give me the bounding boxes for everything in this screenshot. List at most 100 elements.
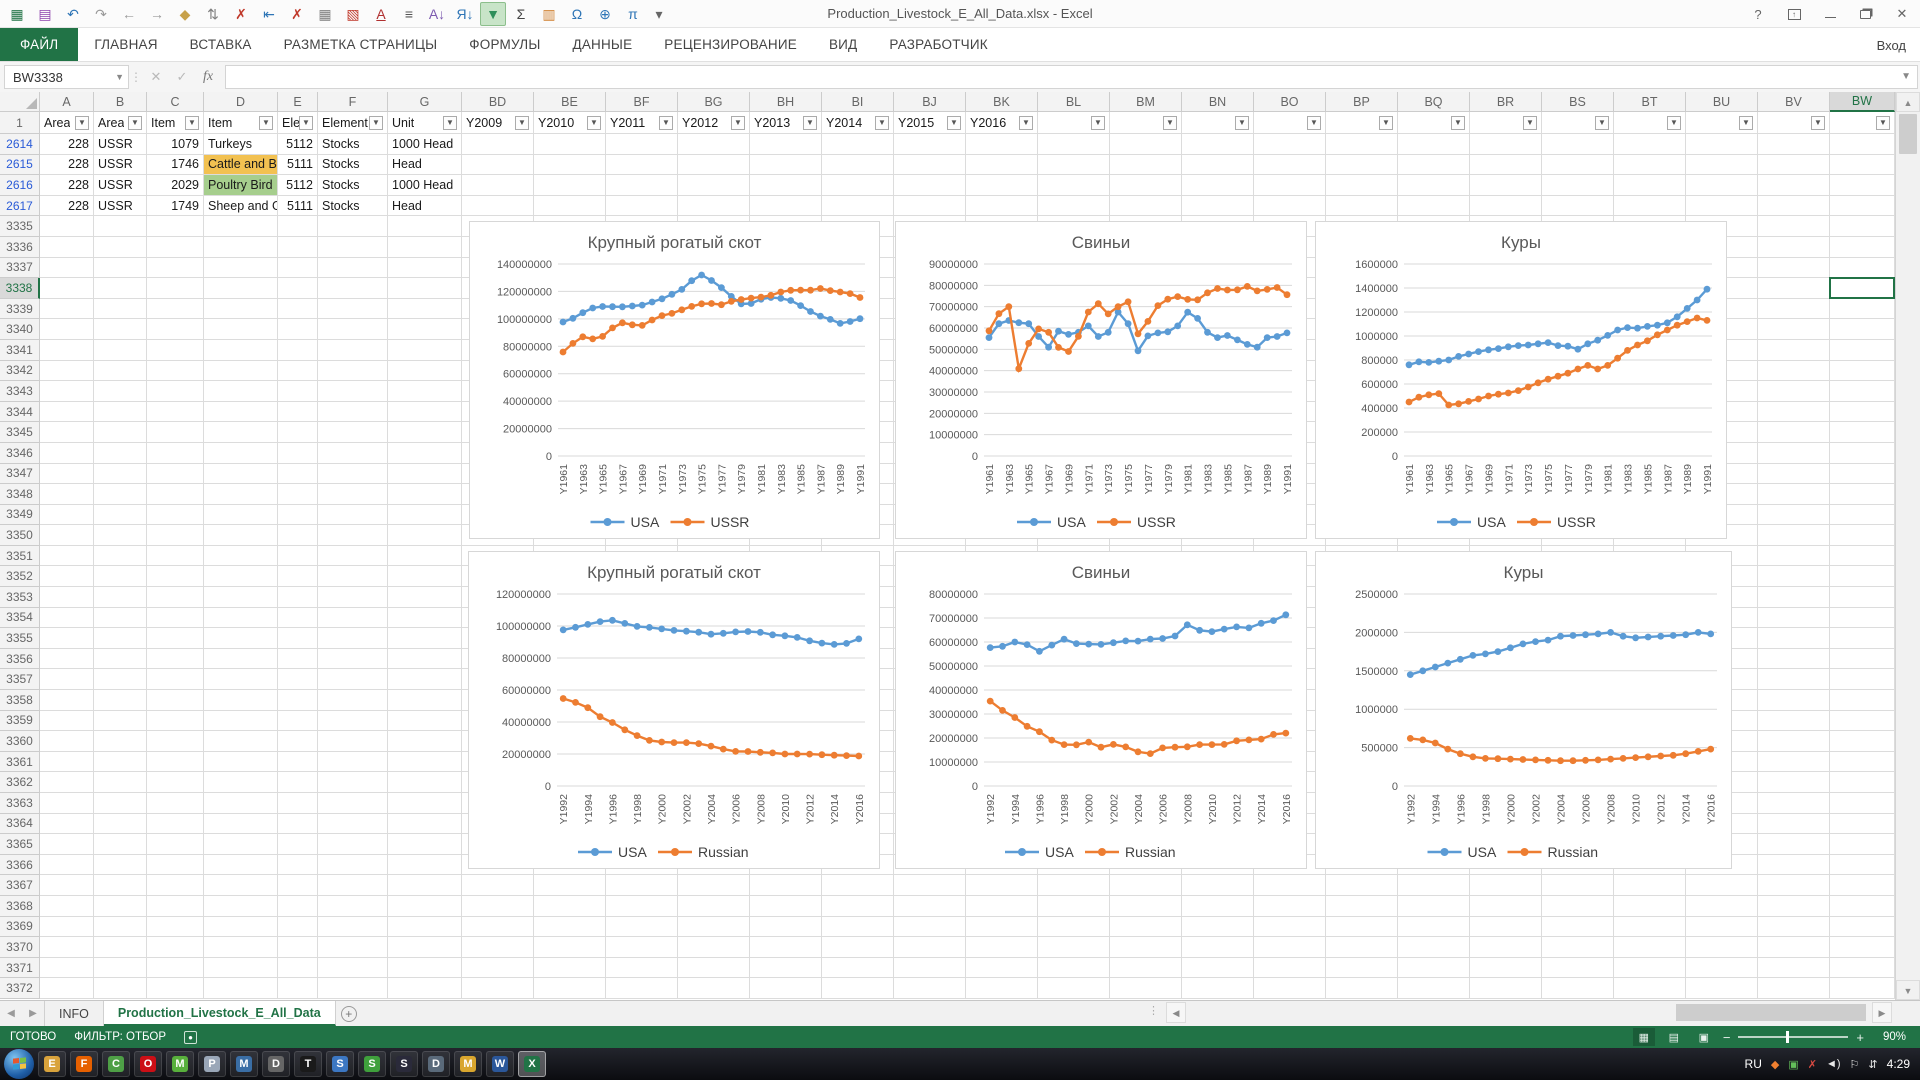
column-header-C[interactable]: C bbox=[147, 92, 204, 112]
cell-BJ2617[interactable] bbox=[894, 196, 966, 217]
cell-BL2615[interactable] bbox=[1038, 155, 1110, 176]
name-box-dropdown-icon[interactable]: ▼ bbox=[115, 72, 124, 82]
cell-BR3371[interactable] bbox=[1470, 958, 1542, 979]
filter-dropdown-icon[interactable]: ▼ bbox=[1876, 116, 1890, 130]
filter-dropdown-icon[interactable]: ▼ bbox=[1235, 116, 1249, 130]
cell-C2616[interactable]: 2029 bbox=[147, 175, 204, 196]
cell-BV3336[interactable] bbox=[1758, 237, 1830, 258]
column-header-BR[interactable]: BR bbox=[1470, 92, 1542, 112]
cell-BH2616[interactable] bbox=[750, 175, 822, 196]
cell-E3371[interactable] bbox=[278, 958, 318, 979]
cell-A3366[interactable] bbox=[40, 855, 94, 876]
cell-D3365[interactable] bbox=[204, 834, 278, 855]
cell-E3341[interactable] bbox=[278, 340, 318, 361]
ribbon-tab-разметка страницы[interactable]: РАЗМЕТКА СТРАНИЦЫ bbox=[268, 28, 454, 61]
delete-cells-icon[interactable]: ▧ bbox=[340, 2, 366, 26]
cell-A1[interactable]: Area▼ bbox=[40, 112, 94, 134]
cell-BE2617[interactable] bbox=[534, 196, 606, 217]
cell-BE3369[interactable] bbox=[534, 917, 606, 938]
ribbon-tab-разработчик[interactable]: РАЗРАБОТЧИК bbox=[873, 28, 1003, 61]
cell-BE3367[interactable] bbox=[534, 875, 606, 896]
cell-BL2616[interactable] bbox=[1038, 175, 1110, 196]
cell-BW3361[interactable] bbox=[1830, 752, 1895, 773]
cell-BE3368[interactable] bbox=[534, 896, 606, 917]
cell-BW3360[interactable] bbox=[1830, 731, 1895, 752]
filter-dropdown-icon[interactable]: ▼ bbox=[1739, 116, 1753, 130]
cell-D3360[interactable] bbox=[204, 731, 278, 752]
cell-C3363[interactable] bbox=[147, 793, 204, 814]
cell-BH3370[interactable] bbox=[750, 937, 822, 958]
cell-C3370[interactable] bbox=[147, 937, 204, 958]
cell-D3367[interactable] bbox=[204, 875, 278, 896]
column-header-BT[interactable]: BT bbox=[1614, 92, 1686, 112]
cell-BI3371[interactable] bbox=[822, 958, 894, 979]
cell-BV3339[interactable] bbox=[1758, 299, 1830, 320]
cell-BS2617[interactable] bbox=[1542, 196, 1614, 217]
cell-G3336[interactable] bbox=[388, 237, 462, 258]
filter-dropdown-icon[interactable]: ▼ bbox=[731, 116, 745, 130]
cell-F3363[interactable] bbox=[318, 793, 388, 814]
cell-A3349[interactable] bbox=[40, 505, 94, 526]
cell-E3361[interactable] bbox=[278, 752, 318, 773]
cell-D3339[interactable] bbox=[204, 299, 278, 320]
cell-BW3368[interactable] bbox=[1830, 896, 1895, 917]
cell-BP2616[interactable] bbox=[1326, 175, 1398, 196]
cell-BN2615[interactable] bbox=[1182, 155, 1254, 176]
cell-BI3372[interactable] bbox=[822, 978, 894, 999]
cell-E3354[interactable] bbox=[278, 608, 318, 629]
cell-BW3337[interactable] bbox=[1830, 258, 1895, 279]
cell-D3372[interactable] bbox=[204, 978, 278, 999]
cell-BJ3367[interactable] bbox=[894, 875, 966, 896]
redo-icon[interactable]: ↷ bbox=[88, 2, 114, 26]
cell-BW3352[interactable] bbox=[1830, 566, 1895, 587]
cell-F3362[interactable] bbox=[318, 772, 388, 793]
cell-C3357[interactable] bbox=[147, 669, 204, 690]
cell-BJ3368[interactable] bbox=[894, 896, 966, 917]
filter-dropdown-icon[interactable]: ▼ bbox=[369, 116, 383, 130]
cell-BF2614[interactable] bbox=[606, 134, 678, 155]
cell-E3348[interactable] bbox=[278, 484, 318, 505]
cell-BV3371[interactable] bbox=[1758, 958, 1830, 979]
cell-BV3370[interactable] bbox=[1758, 937, 1830, 958]
filter-dropdown-icon[interactable]: ▼ bbox=[875, 116, 889, 130]
cell-BW3335[interactable] bbox=[1830, 216, 1895, 237]
ribbon-tab-вид[interactable]: ВИД bbox=[813, 28, 873, 61]
taskbar-photo-viewer-icon[interactable]: P bbox=[198, 1051, 226, 1077]
row-header-3363[interactable]: 3363 bbox=[0, 793, 40, 814]
cell-B3342[interactable] bbox=[94, 361, 147, 382]
cell-BN3367[interactable] bbox=[1182, 875, 1254, 896]
cell-C3346[interactable] bbox=[147, 443, 204, 464]
sheet-nav-right-icon[interactable]: ▶ bbox=[22, 1001, 44, 1026]
cell-BR2615[interactable] bbox=[1470, 155, 1542, 176]
cell-BQ2614[interactable] bbox=[1398, 134, 1470, 155]
cell-B3352[interactable] bbox=[94, 566, 147, 587]
cell-G3369[interactable] bbox=[388, 917, 462, 938]
cell-G3359[interactable] bbox=[388, 711, 462, 732]
cell-D3363[interactable] bbox=[204, 793, 278, 814]
cell-B3370[interactable] bbox=[94, 937, 147, 958]
row-header-3369[interactable]: 3369 bbox=[0, 917, 40, 938]
cell-BV3368[interactable] bbox=[1758, 896, 1830, 917]
cell-BO2614[interactable] bbox=[1254, 134, 1326, 155]
cell-E3370[interactable] bbox=[278, 937, 318, 958]
cell-BO3371[interactable] bbox=[1254, 958, 1326, 979]
cell-BM1[interactable]: ▼ bbox=[1110, 112, 1182, 134]
row-header-3361[interactable]: 3361 bbox=[0, 752, 40, 773]
filter-dropdown-icon[interactable]: ▼ bbox=[1379, 116, 1393, 130]
cell-E3351[interactable] bbox=[278, 546, 318, 567]
cell-A3343[interactable] bbox=[40, 381, 94, 402]
cell-BV3372[interactable] bbox=[1758, 978, 1830, 999]
vertical-scrollbar[interactable]: ▲ ▼ bbox=[1895, 92, 1920, 1000]
zoom-in-button[interactable]: + bbox=[1856, 1030, 1864, 1045]
row-header-3347[interactable]: 3347 bbox=[0, 464, 40, 485]
cell-D2617[interactable]: Sheep and G bbox=[204, 196, 278, 217]
row-header-3366[interactable]: 3366 bbox=[0, 855, 40, 876]
cell-BM3370[interactable] bbox=[1110, 937, 1182, 958]
cell-G1[interactable]: Unit▼ bbox=[388, 112, 462, 134]
ribbon-tab-формулы[interactable]: ФОРМУЛЫ bbox=[453, 28, 556, 61]
cell-BW3354[interactable] bbox=[1830, 608, 1895, 629]
zoom-slider-thumb[interactable] bbox=[1786, 1031, 1789, 1043]
cell-C3342[interactable] bbox=[147, 361, 204, 382]
cell-BT2616[interactable] bbox=[1614, 175, 1686, 196]
filter-dropdown-icon[interactable]: ▼ bbox=[128, 116, 142, 130]
